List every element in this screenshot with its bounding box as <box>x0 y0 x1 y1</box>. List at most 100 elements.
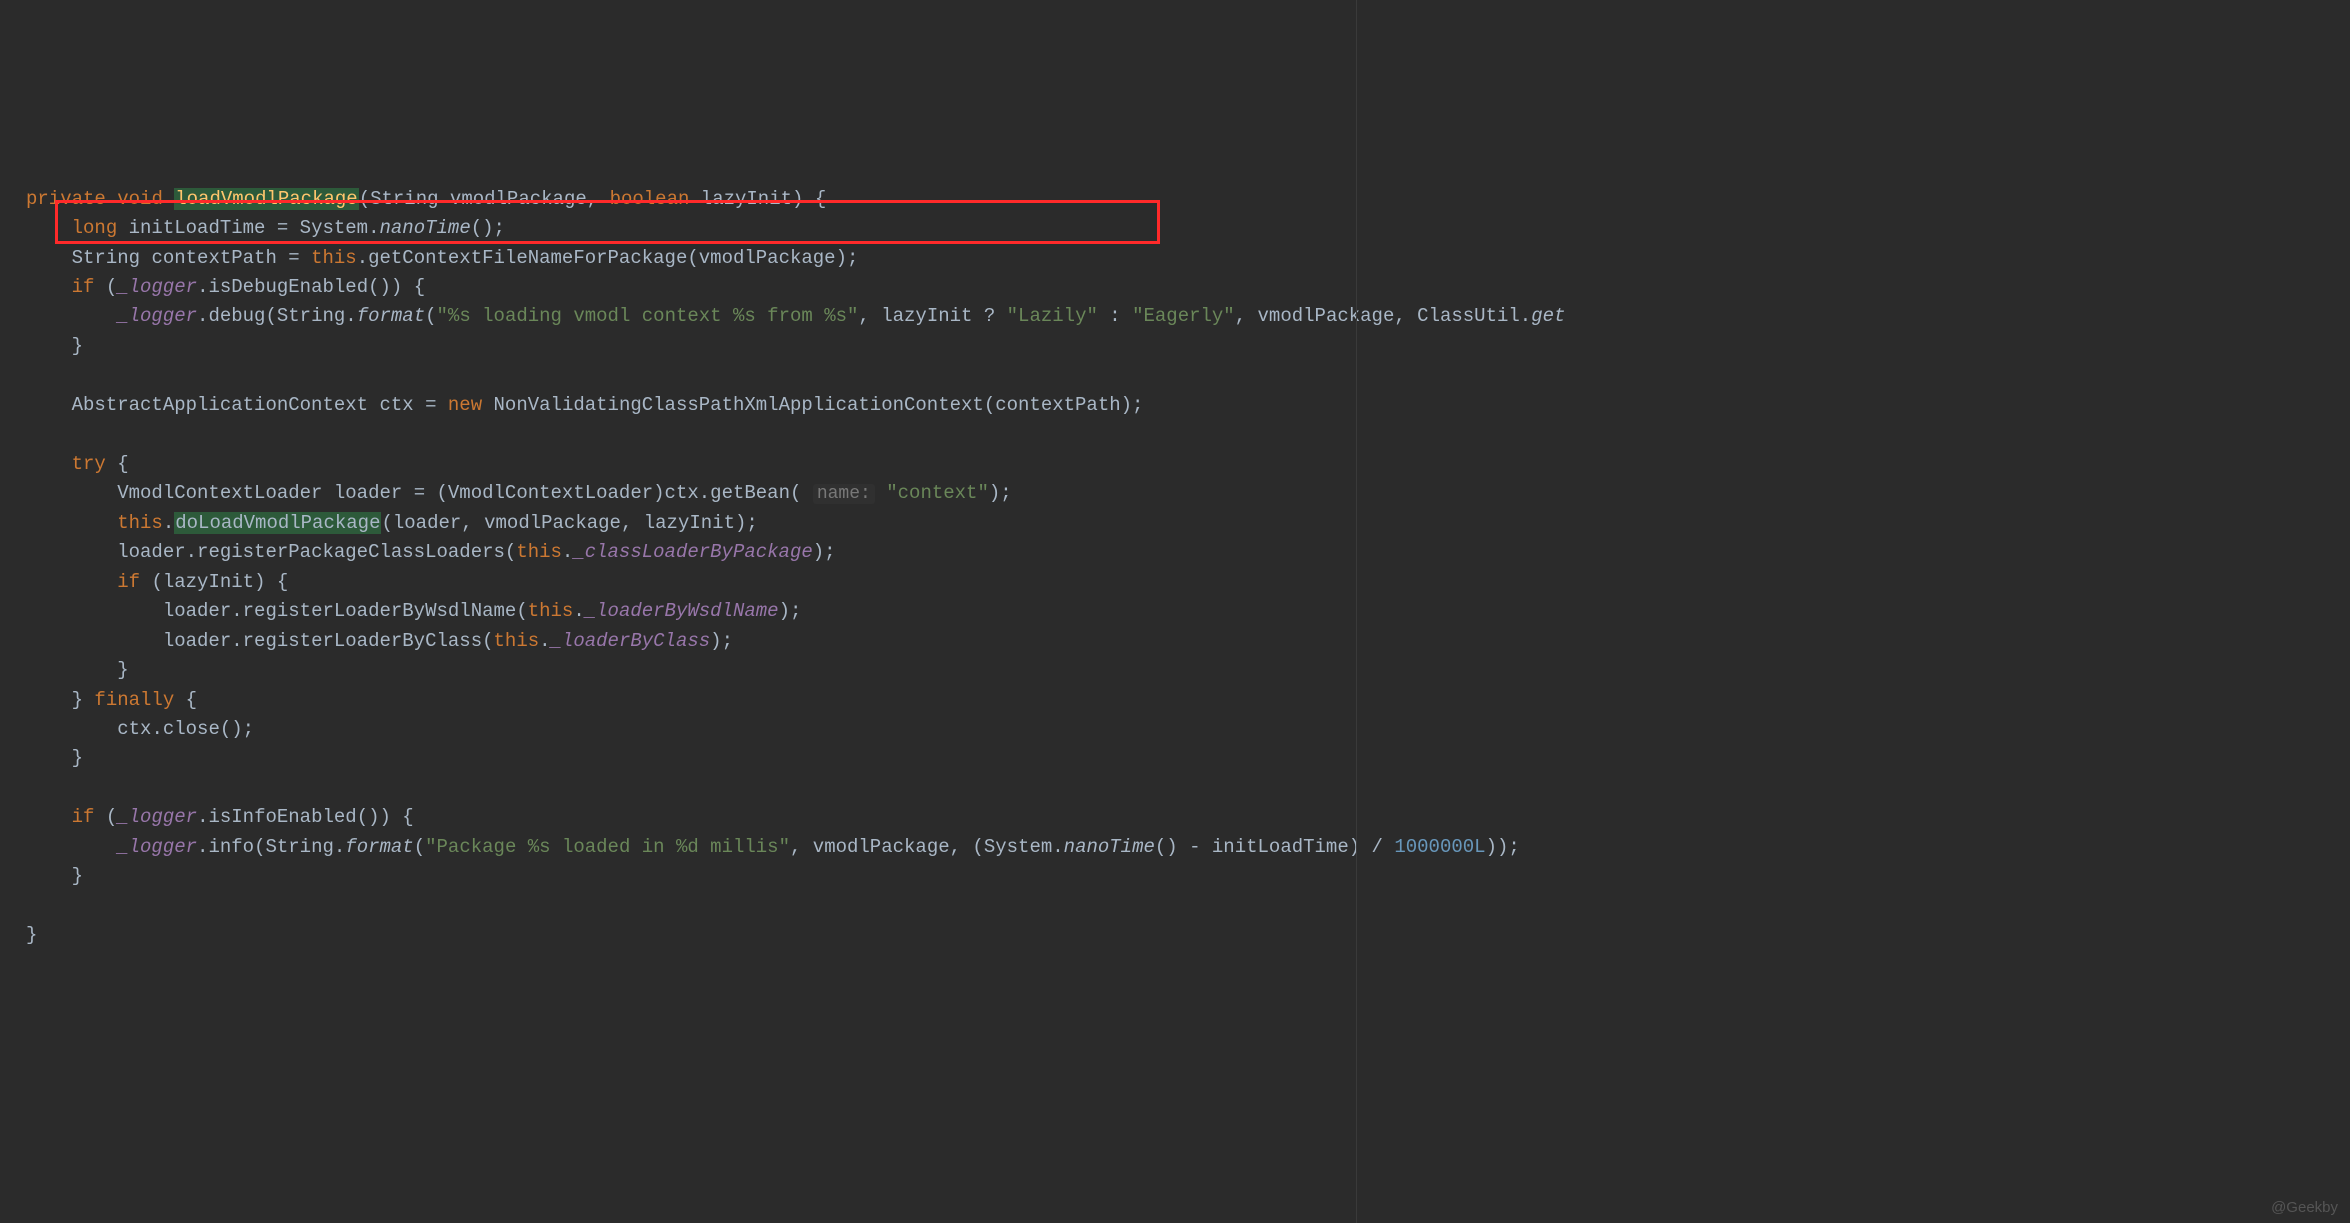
type-string: String <box>265 836 333 858</box>
punct: . <box>334 836 345 858</box>
punct: , <box>858 305 881 327</box>
ref-loader: loader <box>163 600 231 622</box>
punct: . <box>699 482 710 504</box>
method-doLoadVmodlPackage: doLoadVmodlPackage <box>174 512 381 534</box>
var-contextPath: contextPath <box>151 247 276 269</box>
punct: . <box>562 541 573 563</box>
punct: ( <box>984 394 995 416</box>
method-isInfoEnabled: isInfoEnabled <box>208 806 356 828</box>
punct: ( <box>505 541 516 563</box>
punct: ( <box>425 305 436 327</box>
punct: , <box>790 836 813 858</box>
punct: () - <box>1155 836 1212 858</box>
punct: = <box>277 217 288 239</box>
punct: ( <box>265 305 276 327</box>
punct: ( <box>106 806 117 828</box>
punct: , <box>1235 305 1258 327</box>
keyword-new: new <box>448 394 482 416</box>
keyword-if: if <box>72 276 95 298</box>
method-nanoTime: nanoTime <box>380 217 471 239</box>
keyword-this: this <box>311 247 357 269</box>
keyword-this: this <box>516 541 562 563</box>
arg-vmodlPackage: vmodlPackage <box>813 836 950 858</box>
method-getContextFileNameForPackage: getContextFileNameForPackage <box>368 247 687 269</box>
keyword-boolean: boolean <box>610 188 690 210</box>
var-loader: loader <box>334 482 402 504</box>
punct: . <box>573 600 584 622</box>
field-logger: _logger <box>117 305 197 327</box>
method-registerPackageClassLoaders: registerPackageClassLoaders <box>197 541 505 563</box>
keyword-private: private <box>26 188 106 210</box>
punct: ); <box>989 482 1012 504</box>
method-isDebugEnabled: isDebugEnabled <box>208 276 368 298</box>
ref-initLoadTime: initLoadTime <box>1212 836 1349 858</box>
parameter-hint-name: name: <box>813 484 875 504</box>
punct: . <box>1520 305 1531 327</box>
punct: . <box>357 247 368 269</box>
method-close: close <box>163 718 220 740</box>
var-initLoadTime: initLoadTime <box>129 217 266 239</box>
punct: ) { <box>792 188 826 210</box>
punct: . <box>186 541 197 563</box>
punct: . <box>1052 836 1063 858</box>
keyword-this: this <box>117 512 163 534</box>
type-string: String <box>370 188 438 210</box>
field-loaderByWsdlName: _loaderByWsdlName <box>585 600 779 622</box>
string-literal-info: "Package %s loaded in %d millis" <box>425 836 790 858</box>
punct: ); <box>779 600 802 622</box>
method-nanoTime: nanoTime <box>1064 836 1155 858</box>
punct: . <box>345 305 356 327</box>
arg-lazyInit: lazyInit <box>644 512 735 534</box>
arg-lazyInit: lazyInit <box>881 305 972 327</box>
punct: ()) { <box>357 806 414 828</box>
arg-vmodlPackage: vmodlPackage <box>1258 305 1395 327</box>
punct: ( <box>254 836 265 858</box>
class-system: System <box>300 217 368 239</box>
punct: } <box>72 747 83 769</box>
punct: ( <box>482 630 493 652</box>
string-literal-lazily: "Lazily" <box>1007 305 1098 327</box>
code-editor-content[interactable]: private void loadVmodlPackage(String vmo… <box>26 185 2350 951</box>
punct: ( <box>687 247 698 269</box>
method-registerLoaderByWsdlName: registerLoaderByWsdlName <box>243 600 517 622</box>
punct: = <box>288 247 299 269</box>
punct: , <box>587 188 610 210</box>
punct: ( <box>414 836 425 858</box>
arg-vmodlPackage: vmodlPackage <box>699 247 836 269</box>
punct: . <box>368 217 379 239</box>
ref-ctx: ctx <box>117 718 151 740</box>
punct: ( <box>151 571 162 593</box>
punct: ( <box>381 512 392 534</box>
punct: } <box>72 335 83 357</box>
keyword-void: void <box>117 188 163 210</box>
arg-loader: loader <box>393 512 461 534</box>
punct: . <box>197 276 208 298</box>
method-info: info <box>208 836 254 858</box>
class-classUtil: ClassUtil <box>1417 305 1520 327</box>
punct: . <box>151 718 162 740</box>
punct: . <box>231 600 242 622</box>
punct: (); <box>471 217 505 239</box>
type-abstractApplicationContext: AbstractApplicationContext <box>72 394 368 416</box>
punct: ) { <box>254 571 288 593</box>
var-ctx: ctx <box>379 394 413 416</box>
number-literal: 1000000L <box>1394 836 1485 858</box>
method-debug: debug <box>208 305 265 327</box>
ref-loader: loader <box>117 541 185 563</box>
field-loaderByClass: _loaderByClass <box>551 630 711 652</box>
string-literal-context: "context" <box>886 482 989 504</box>
arg-lazyInit: lazyInit <box>163 571 254 593</box>
type-string: String <box>72 247 140 269</box>
punct: ) / <box>1349 836 1395 858</box>
punct: } <box>72 865 83 887</box>
cast-vmodlContextLoader: VmodlContextLoader <box>448 482 653 504</box>
field-logger: _logger <box>117 836 197 858</box>
field-classLoaderByPackage: _classLoaderByPackage <box>573 541 812 563</box>
punct: } <box>117 659 128 681</box>
punct: . <box>197 836 208 858</box>
keyword-this: this <box>494 630 540 652</box>
method-get-truncated: get <box>1531 305 1565 327</box>
method-declaration-name: loadVmodlPackage <box>174 188 358 210</box>
punct: ( <box>359 188 370 210</box>
method-format: format <box>357 305 425 327</box>
